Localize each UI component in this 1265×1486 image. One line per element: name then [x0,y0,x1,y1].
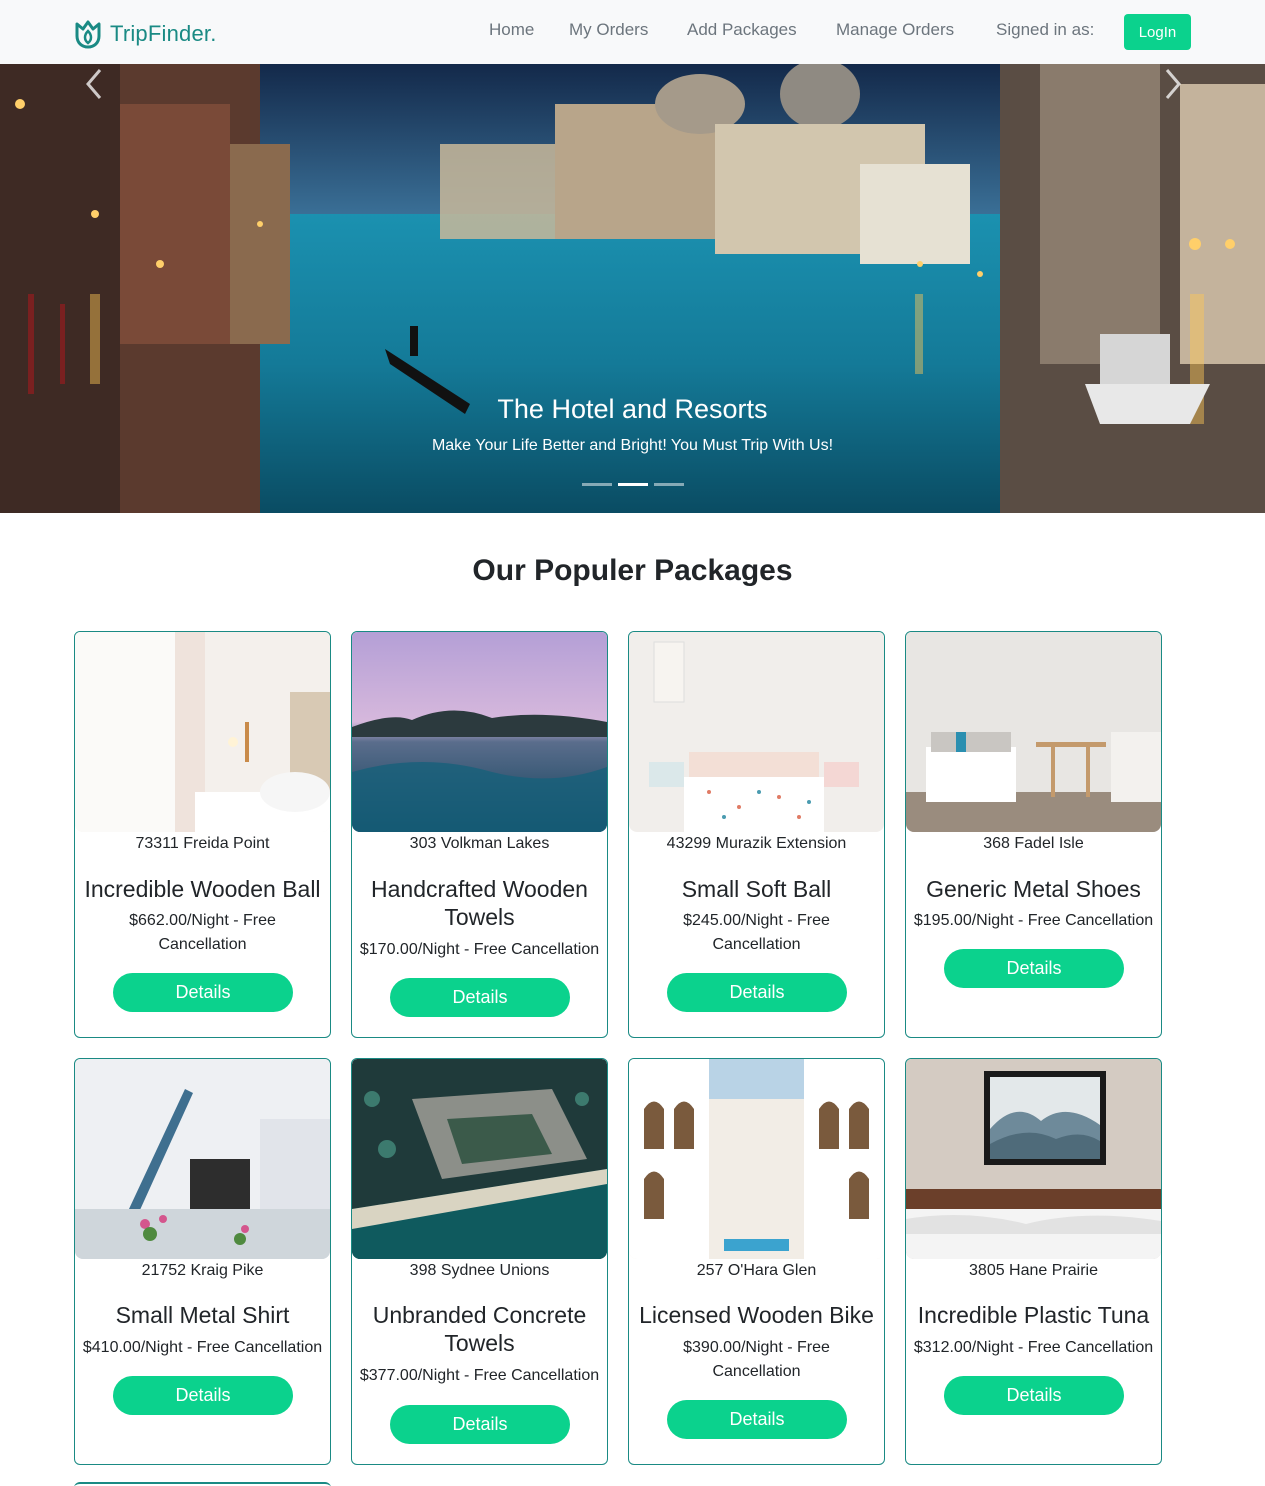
carousel-prev-icon[interactable] [80,64,110,104]
nav-link-manage-orders[interactable]: Manage Orders [836,20,954,40]
nav-link-my-orders[interactable]: My Orders [569,20,648,40]
package-address: 303 Volkman Lakes [409,835,550,852]
details-button[interactable]: Details [113,973,293,1012]
package-image [629,1059,884,1259]
package-title: Small Metal Shirt [115,1302,290,1328]
package-card: 368 Fadel Isle Generic Metal Shoes $195.… [905,631,1162,1038]
package-card-partial [74,1482,331,1486]
package-address: 3805 Hane Prairie [969,1262,1098,1279]
package-card: 257 O'Hara Glen Licensed Wooden Bike $39… [628,1058,885,1465]
nav-link-add-packages[interactable]: Add Packages [687,20,797,40]
package-title: Licensed Wooden Bike [639,1302,874,1328]
package-price: $195.00/Night - Free Cancellation [913,912,1154,929]
package-title: Unbranded Concrete Towels [372,1302,587,1356]
package-price: $377.00/Night - Free Cancellation [359,1367,600,1384]
package-card: 43299 Murazik Extension Small Soft Ball … [628,631,885,1038]
package-image [352,632,607,832]
nav-link-home[interactable]: Home [489,20,534,40]
package-address: 368 Fadel Isle [983,835,1084,852]
details-button[interactable]: Details [944,1376,1124,1415]
package-price: $170.00/Night - Free Cancellation [359,941,600,958]
carousel-next-icon[interactable] [1157,64,1187,104]
package-image [906,632,1161,832]
details-button[interactable]: Details [667,1400,847,1439]
carousel-indicators [582,483,684,486]
package-title: Incredible Wooden Ball [84,876,321,902]
details-button[interactable]: Details [944,949,1124,988]
package-title: Incredible Plastic Tuna [917,1302,1150,1328]
package-address: 257 O'Hara Glen [696,1262,817,1279]
package-price: $410.00/Night - Free Cancellation [82,1339,323,1356]
package-price: $245.00/Night - Free Cancellation [683,912,830,953]
carousel-indicator[interactable] [582,483,612,486]
nav-links: Home My Orders Add Packages Manage Order… [0,20,1265,46]
details-button[interactable]: Details [390,978,570,1017]
login-button[interactable]: LogIn [1124,14,1191,50]
package-address: 43299 Murazik Extension [666,835,847,852]
package-title: Small Soft Ball [681,876,832,902]
details-button[interactable]: Details [390,1405,570,1444]
carousel-indicator[interactable] [654,483,684,486]
section-title: Our Populer Packages [472,554,793,587]
package-image [75,632,330,832]
hero-subtitle: Make Your Life Better and Bright! You Mu… [431,437,834,454]
package-card: 3805 Hane Prairie Incredible Plastic Tun… [905,1058,1162,1465]
package-title: Handcrafted Wooden Towels [371,876,588,930]
package-price: $662.00/Night - Free Cancellation [129,912,276,953]
package-card: 303 Volkman Lakes Handcrafted Wooden Tow… [351,631,608,1038]
hero-title: The Hotel and Resorts [497,394,768,424]
package-address: 21752 Kraig Pike [141,1262,264,1279]
navbar: TripFinder. Home My Orders Add Packages … [0,0,1265,64]
package-image [629,632,884,832]
details-button[interactable]: Details [667,973,847,1012]
package-price: $390.00/Night - Free Cancellation [683,1339,830,1380]
package-title: Generic Metal Shoes [926,876,1141,902]
package-card: 398 Sydnee Unions Unbranded Concrete Tow… [351,1058,608,1465]
package-card: 21752 Kraig Pike Small Metal Shirt $410.… [74,1058,331,1465]
package-price: $312.00/Night - Free Cancellation [913,1339,1154,1356]
hero-carousel: The Hotel and Resorts Make Your Life Bet… [0,64,1265,513]
package-card: 73311 Freida Point Incredible Wooden Bal… [74,631,331,1038]
package-address: 398 Sydnee Unions [409,1262,550,1279]
signed-in-label: Signed in as: [996,20,1095,39]
carousel-indicator[interactable] [618,483,648,486]
package-image [75,1059,330,1259]
package-image [352,1059,607,1259]
details-button[interactable]: Details [113,1376,293,1415]
package-image [906,1059,1161,1259]
package-address: 73311 Freida Point [135,835,270,852]
